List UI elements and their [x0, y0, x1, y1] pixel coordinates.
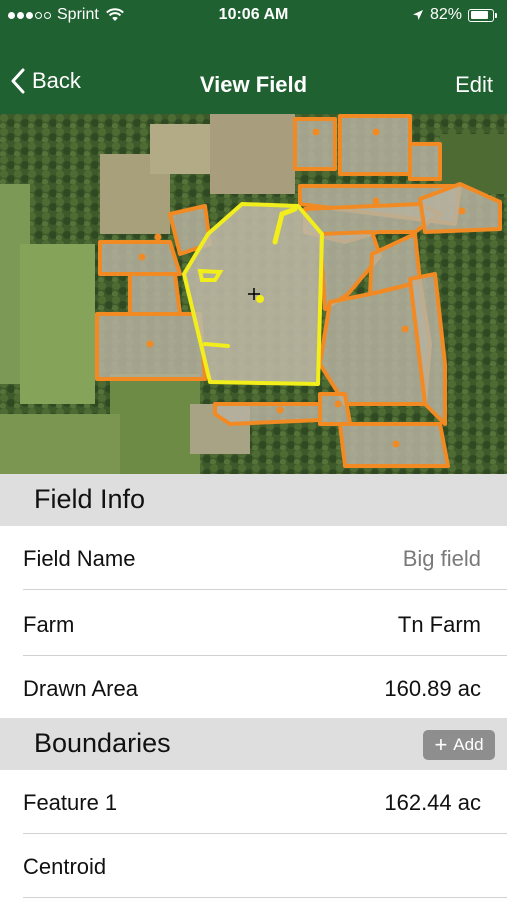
- field-map[interactable]: [0, 114, 507, 474]
- farm-label: Farm: [23, 612, 75, 637]
- boundaries-header: Boundaries + Add: [0, 718, 507, 770]
- navigation-bar: Back View Field Edit: [0, 52, 507, 114]
- field-info-header: Field Info: [0, 474, 507, 526]
- field-info-title: Field Info: [34, 484, 146, 514]
- feature-value: 162.44 ac: [384, 790, 481, 815]
- plus-icon: +: [434, 732, 448, 757]
- row-divider: [23, 897, 507, 898]
- page-title: View Field: [199, 72, 308, 97]
- location-arrow-icon: [412, 10, 423, 20]
- boundaries-title: Boundaries: [34, 728, 171, 758]
- drawn-area-value: 160.89 ac: [384, 676, 481, 701]
- field-name-value: Big field: [402, 546, 481, 571]
- add-button-label: Add: [453, 735, 484, 754]
- field-name-row[interactable]: Field Name Big field: [0, 526, 507, 590]
- satellite-map-image: [0, 114, 507, 474]
- add-boundary-button[interactable]: + Add: [423, 730, 495, 760]
- feature-label: Feature 1: [23, 790, 118, 815]
- centroid-row[interactable]: Centroid: [0, 834, 507, 898]
- farm-row[interactable]: Farm Tn Farm: [0, 592, 507, 656]
- farm-value: Tn Farm: [397, 612, 481, 637]
- battery-level: [470, 11, 488, 19]
- field-name-label: Field Name: [23, 546, 136, 571]
- battery-percent: 82%: [429, 6, 462, 23]
- drawn-area-row: Drawn Area 160.89 ac: [0, 656, 507, 720]
- battery-icon: [468, 8, 494, 22]
- row-divider: [23, 589, 507, 590]
- feature-row[interactable]: Feature 1 162.44 ac: [0, 770, 507, 834]
- app-header: Sprint 10:06 AM 82% Back View Field Edit: [0, 0, 507, 114]
- edit-button[interactable]: Edit: [455, 72, 493, 98]
- status-right: 82%: [412, 6, 497, 24]
- centroid-label: Centroid: [23, 854, 107, 879]
- status-bar: Sprint 10:06 AM 82%: [0, 0, 507, 32]
- drawn-area-label: Drawn Area: [23, 676, 138, 701]
